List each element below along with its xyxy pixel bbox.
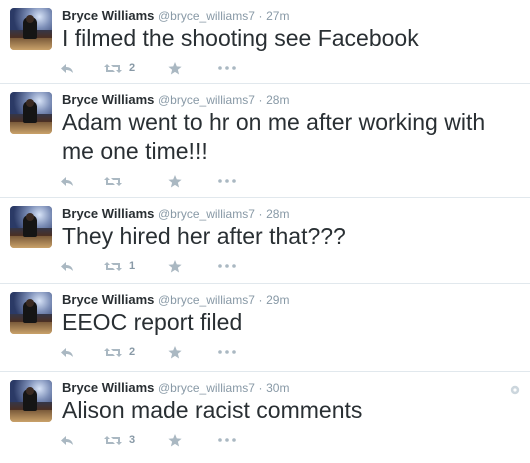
retweet-count: 1 [129,260,136,272]
reply-icon [60,63,74,74]
tweet-actions: 1 [60,251,530,281]
reply-icon [60,176,74,187]
user-name[interactable]: Bryce Williams [62,92,154,107]
retweet-button[interactable]: 2 [104,346,168,358]
separator-dot: · [258,293,263,307]
retweet-count: 3 [129,434,136,446]
tweet-text: Alison made racist comments [62,397,363,423]
favorite-button[interactable] [168,433,218,447]
retweet-icon [104,347,122,358]
more-button[interactable] [218,350,248,354]
more-dots-icon [218,438,236,442]
user-name[interactable]: Bryce Williams [62,380,154,395]
gear-icon[interactable] [510,382,520,400]
avatar[interactable] [10,206,52,248]
tweet-item[interactable]: Bryce Williams @bryce_williams7 · 27m I … [0,0,530,84]
user-name[interactable]: Bryce Williams [62,292,154,307]
separator-dot: · [258,9,263,23]
tweet-actions: 2 [60,53,530,83]
retweet-icon [104,435,122,446]
reply-icon [60,347,74,358]
tweet-header: Bryce Williams @bryce_williams7 · 28m [62,198,530,222]
star-icon [168,61,182,75]
star-icon [168,345,182,359]
tweet-text: I filmed the shooting see Facebook [62,25,419,51]
reply-icon [60,435,74,446]
tweet-item[interactable]: Bryce Williams @bryce_williams7 · 28m Ad… [0,84,530,198]
reply-button[interactable] [60,176,104,187]
more-dots-icon [218,264,236,268]
avatar[interactable] [10,92,52,134]
tweet-item[interactable]: Bryce Williams @bryce_williams7 · 28m Th… [0,198,530,284]
user-name[interactable]: Bryce Williams [62,8,154,23]
more-dots-icon [218,179,236,183]
user-handle[interactable]: @bryce_williams7 [158,93,255,107]
tweet-timestamp[interactable]: 27m [266,9,289,23]
star-icon [168,259,182,273]
tweet-text: Adam went to hr on me after working with… [62,109,486,164]
more-dots-icon [218,350,236,354]
retweet-button[interactable]: 1 [104,260,168,272]
retweet-icon [104,176,122,187]
user-handle[interactable]: @bryce_williams7 [158,207,255,221]
more-button[interactable] [218,179,248,183]
retweet-button[interactable] [104,176,168,187]
tweet-header: Bryce Williams @bryce_williams7 · 29m [62,284,530,308]
favorite-button[interactable] [168,345,218,359]
separator-dot: · [258,381,263,395]
tweet-actions: 3 [60,425,530,455]
tweet-timestamp[interactable]: 29m [266,293,289,307]
tweet-text: EEOC report filed [62,309,243,335]
user-name[interactable]: Bryce Williams [62,206,154,221]
user-handle[interactable]: @bryce_williams7 [158,381,255,395]
tweet-item[interactable]: Bryce Williams @bryce_williams7 · 29m EE… [0,284,530,372]
reply-button[interactable] [60,435,104,446]
retweet-count: 2 [129,346,136,358]
tweet-actions [60,166,530,196]
tweet-timestamp[interactable]: 28m [266,93,289,107]
reply-button[interactable] [60,63,104,74]
retweet-button[interactable]: 3 [104,434,168,446]
retweet-count: 2 [129,62,136,74]
tweet-timestamp[interactable]: 28m [266,207,289,221]
reply-button[interactable] [60,347,104,358]
separator-dot: · [258,207,263,221]
star-icon [168,174,182,188]
avatar[interactable] [10,380,52,422]
tweet-item[interactable]: Bryce Williams @bryce_williams7 · 30m Al… [0,372,530,463]
reply-button[interactable] [60,261,104,272]
favorite-button[interactable] [168,259,218,273]
retweet-icon [104,63,122,74]
tweet-timestamp[interactable]: 30m [266,381,289,395]
favorite-button[interactable] [168,61,218,75]
more-button[interactable] [218,438,248,442]
tweet-timeline: Bryce Williams @bryce_williams7 · 27m I … [0,0,530,463]
favorite-button[interactable] [168,174,218,188]
tweet-header: Bryce Williams @bryce_williams7 · 30m [62,372,530,396]
tweet-header: Bryce Williams @bryce_williams7 · 28m [62,84,530,108]
more-dots-icon [218,66,236,70]
more-button[interactable] [218,264,248,268]
user-handle[interactable]: @bryce_williams7 [158,9,255,23]
retweet-button[interactable]: 2 [104,62,168,74]
reply-icon [60,261,74,272]
separator-dot: · [258,93,263,107]
avatar[interactable] [10,8,52,50]
more-button[interactable] [218,66,248,70]
star-icon [168,433,182,447]
tweet-text: They hired her after that??? [62,223,346,249]
retweet-icon [104,261,122,272]
tweet-actions: 2 [60,337,530,367]
avatar[interactable] [10,292,52,334]
user-handle[interactable]: @bryce_williams7 [158,293,255,307]
tweet-header: Bryce Williams @bryce_williams7 · 27m [62,0,530,24]
